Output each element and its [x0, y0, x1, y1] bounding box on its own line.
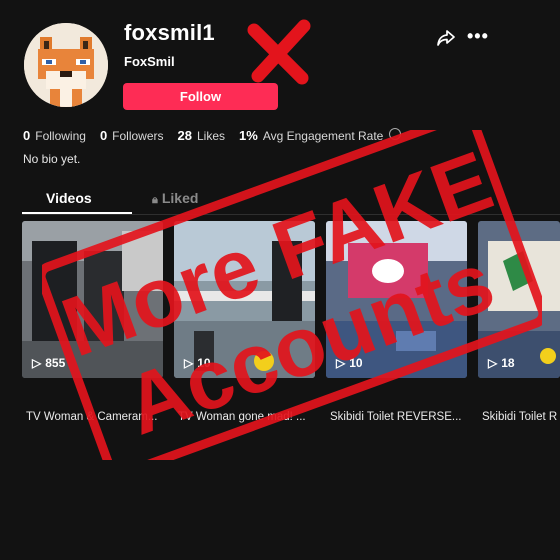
follow-button[interactable]: Follow [123, 83, 278, 110]
follow-label: Follow [179, 89, 222, 104]
following-count: 0 [23, 128, 31, 143]
red-x-icon [247, 19, 311, 85]
share-icon[interactable] [436, 29, 456, 47]
avatar[interactable] [24, 23, 108, 107]
nickname: FoxSmil [124, 54, 175, 69]
more-icon[interactable]: ••• [467, 26, 489, 47]
fake-accounts-stamp: More FAKE Accounts [42, 130, 542, 460]
username: foxsmil1 [124, 20, 215, 45]
play-icon: ▷ [32, 356, 42, 370]
fox-avatar-icon [24, 23, 108, 107]
